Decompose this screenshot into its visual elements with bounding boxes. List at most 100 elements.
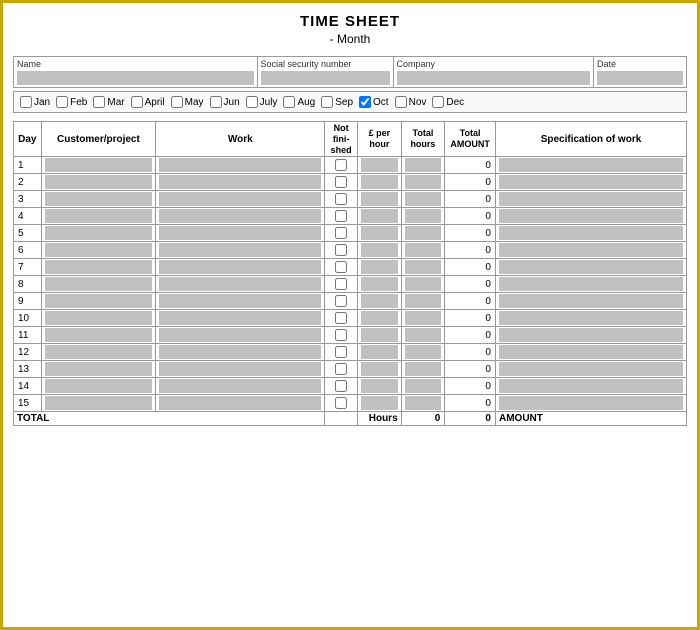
totalhours-input-5[interactable] [405, 226, 442, 240]
notfinished-checkbox-5[interactable] [335, 227, 347, 239]
work-input-15[interactable] [159, 396, 321, 410]
month-checkbox-july[interactable] [246, 96, 258, 108]
totalhours-input-4[interactable] [405, 209, 442, 223]
perhour-input-1[interactable] [361, 158, 398, 172]
customer-input-8[interactable] [45, 277, 153, 291]
totalhours-input-9[interactable] [405, 294, 442, 308]
spec-input-9[interactable] [499, 294, 683, 308]
customer-input-1[interactable] [45, 158, 153, 172]
spec-input-6[interactable] [499, 243, 683, 257]
perhour-input-8[interactable] [361, 277, 398, 291]
customer-input-2[interactable] [45, 175, 153, 189]
totalhours-input-11[interactable] [405, 328, 442, 342]
customer-input-12[interactable] [45, 345, 153, 359]
work-input-12[interactable] [159, 345, 321, 359]
month-checkbox-nov[interactable] [395, 96, 407, 108]
spec-input-7[interactable] [499, 260, 683, 274]
notfinished-checkbox-3[interactable] [335, 193, 347, 205]
work-input-8[interactable] [159, 277, 321, 291]
totalhours-input-15[interactable] [405, 396, 442, 410]
perhour-input-14[interactable] [361, 379, 398, 393]
work-input-9[interactable] [159, 294, 321, 308]
notfinished-checkbox-7[interactable] [335, 261, 347, 273]
notfinished-checkbox-2[interactable] [335, 176, 347, 188]
perhour-input-11[interactable] [361, 328, 398, 342]
totalhours-input-7[interactable] [405, 260, 442, 274]
customer-input-13[interactable] [45, 362, 153, 376]
notfinished-checkbox-8[interactable] [335, 278, 347, 290]
spec-input-4[interactable] [499, 209, 683, 223]
customer-input-14[interactable] [45, 379, 153, 393]
perhour-input-12[interactable] [361, 345, 398, 359]
notfinished-checkbox-11[interactable] [335, 329, 347, 341]
month-checkbox-oct[interactable] [359, 96, 371, 108]
spec-input-8[interactable] [499, 277, 683, 291]
totalhours-input-13[interactable] [405, 362, 442, 376]
month-checkbox-may[interactable] [171, 96, 183, 108]
work-input-11[interactable] [159, 328, 321, 342]
spec-input-5[interactable] [499, 226, 683, 240]
notfinished-checkbox-1[interactable] [335, 159, 347, 171]
notfinished-checkbox-13[interactable] [335, 363, 347, 375]
month-checkbox-dec[interactable] [432, 96, 444, 108]
perhour-input-13[interactable] [361, 362, 398, 376]
spec-input-10[interactable] [499, 311, 683, 325]
spec-input-13[interactable] [499, 362, 683, 376]
work-input-13[interactable] [159, 362, 321, 376]
spec-input-12[interactable] [499, 345, 683, 359]
totalhours-input-2[interactable] [405, 175, 442, 189]
customer-input-7[interactable] [45, 260, 153, 274]
totalhours-input-1[interactable] [405, 158, 442, 172]
work-input-3[interactable] [159, 192, 321, 206]
spec-input-1[interactable] [499, 158, 683, 172]
perhour-input-10[interactable] [361, 311, 398, 325]
customer-input-11[interactable] [45, 328, 153, 342]
notfinished-checkbox-4[interactable] [335, 210, 347, 222]
work-input-10[interactable] [159, 311, 321, 325]
work-input-5[interactable] [159, 226, 321, 240]
perhour-input-6[interactable] [361, 243, 398, 257]
customer-input-5[interactable] [45, 226, 153, 240]
totalhours-input-12[interactable] [405, 345, 442, 359]
perhour-input-9[interactable] [361, 294, 398, 308]
month-checkbox-feb[interactable] [56, 96, 68, 108]
ssn-input[interactable] [261, 71, 390, 85]
perhour-input-4[interactable] [361, 209, 398, 223]
perhour-input-7[interactable] [361, 260, 398, 274]
notfinished-checkbox-12[interactable] [335, 346, 347, 358]
work-input-6[interactable] [159, 243, 321, 257]
notfinished-checkbox-6[interactable] [335, 244, 347, 256]
customer-input-3[interactable] [45, 192, 153, 206]
month-checkbox-sep[interactable] [321, 96, 333, 108]
customer-input-15[interactable] [45, 396, 153, 410]
perhour-input-15[interactable] [361, 396, 398, 410]
work-input-4[interactable] [159, 209, 321, 223]
name-input[interactable] [17, 71, 254, 85]
perhour-input-3[interactable] [361, 192, 398, 206]
work-input-2[interactable] [159, 175, 321, 189]
perhour-input-5[interactable] [361, 226, 398, 240]
month-checkbox-jan[interactable] [20, 96, 32, 108]
date-input[interactable] [597, 71, 683, 85]
company-input[interactable] [397, 71, 591, 85]
totalhours-input-8[interactable] [405, 277, 442, 291]
month-checkbox-jun[interactable] [210, 96, 222, 108]
perhour-input-2[interactable] [361, 175, 398, 189]
totalhours-input-14[interactable] [405, 379, 442, 393]
notfinished-checkbox-15[interactable] [335, 397, 347, 409]
totalhours-input-3[interactable] [405, 192, 442, 206]
spec-input-14[interactable] [499, 379, 683, 393]
notfinished-checkbox-14[interactable] [335, 380, 347, 392]
spec-input-11[interactable] [499, 328, 683, 342]
notfinished-checkbox-9[interactable] [335, 295, 347, 307]
customer-input-9[interactable] [45, 294, 153, 308]
customer-input-6[interactable] [45, 243, 153, 257]
totalhours-input-6[interactable] [405, 243, 442, 257]
work-input-1[interactable] [159, 158, 321, 172]
spec-input-2[interactable] [499, 175, 683, 189]
totalhours-input-10[interactable] [405, 311, 442, 325]
customer-input-10[interactable] [45, 311, 153, 325]
work-input-14[interactable] [159, 379, 321, 393]
spec-input-3[interactable] [499, 192, 683, 206]
month-checkbox-mar[interactable] [93, 96, 105, 108]
